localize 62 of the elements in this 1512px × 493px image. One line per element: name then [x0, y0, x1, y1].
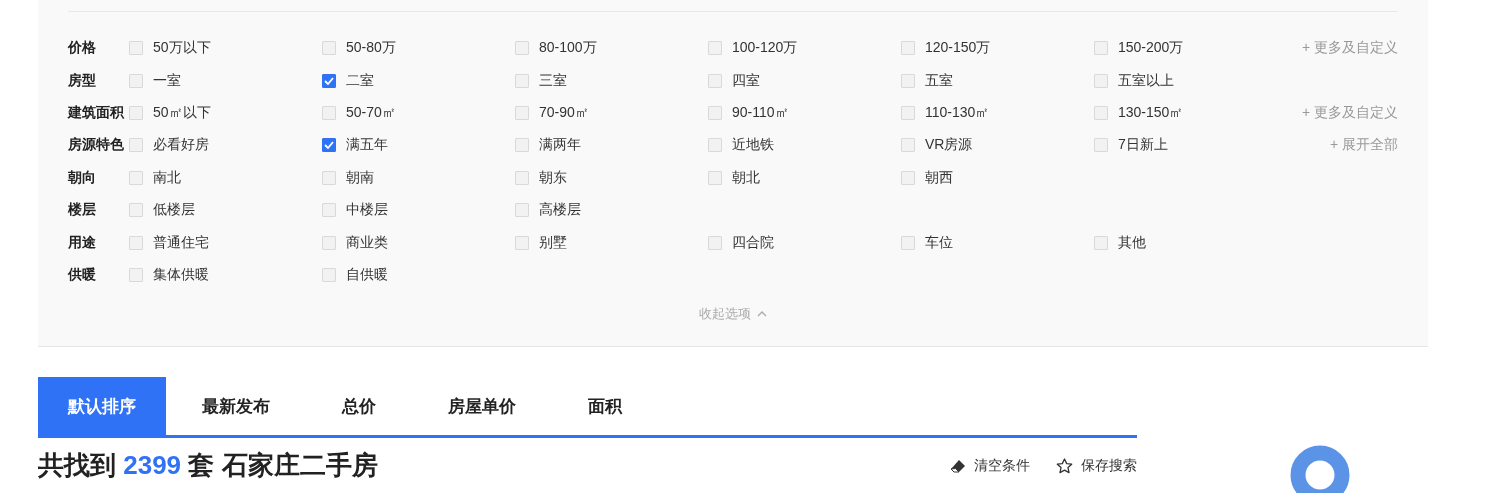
- filter-label: 朝向: [68, 168, 97, 187]
- option-label[interactable]: 朝西: [925, 168, 953, 187]
- sort-tab[interactable]: 房屋单价: [412, 377, 552, 435]
- filter-label: 建筑面积: [68, 103, 125, 122]
- option-label[interactable]: 7日新上: [1118, 136, 1168, 155]
- option-label[interactable]: 商业类: [346, 233, 388, 252]
- action-link[interactable]: 保存搜索: [1081, 456, 1137, 475]
- option-label[interactable]: 中楼层: [346, 201, 388, 220]
- option-label[interactable]: 一室: [153, 71, 181, 90]
- result-count-heading: 共找到 2399 套 石家庄二手房: [38, 449, 378, 482]
- filter-label: 房源特色: [68, 136, 125, 155]
- option-label[interactable]: 110-130㎡: [925, 103, 990, 122]
- action-link[interactable]: 清空条件: [974, 456, 1030, 475]
- sort-tab[interactable]: 最新发布: [166, 377, 306, 435]
- option-label[interactable]: 别墅: [539, 233, 567, 252]
- option-label[interactable]: 五室: [925, 71, 953, 90]
- eraser-icon: [950, 458, 966, 473]
- option-label[interactable]: 50㎡以下: [153, 103, 211, 122]
- option-label[interactable]: 三室: [539, 71, 567, 90]
- option-label[interactable]: 普通住宅: [153, 233, 209, 252]
- option-label[interactable]: 100-120万: [732, 39, 798, 58]
- option-label[interactable]: 四室: [732, 71, 760, 90]
- chevron-up-icon: [757, 311, 767, 318]
- filter-label: 价格: [68, 39, 97, 58]
- option-label[interactable]: 朝东: [539, 168, 567, 187]
- option-label[interactable]: 50-70㎡: [346, 103, 396, 122]
- filter-label: 房型: [68, 71, 97, 90]
- option-label[interactable]: VR房源: [925, 136, 973, 155]
- option-label[interactable]: 集体供暖: [153, 265, 209, 284]
- option-label[interactable]: 满五年: [346, 136, 388, 155]
- option-label[interactable]: 朝北: [732, 168, 760, 187]
- star-icon: [1056, 457, 1073, 474]
- option-label[interactable]: 70-90㎡: [539, 103, 589, 122]
- option-label[interactable]: 二室: [346, 71, 374, 90]
- option-label[interactable]: 高楼层: [539, 201, 581, 220]
- sort-tab[interactable]: 总价: [306, 377, 412, 435]
- option-label[interactable]: 自供暖: [346, 265, 388, 284]
- checkbox[interactable]: [322, 138, 336, 153]
- option-label[interactable]: 80-100万: [539, 39, 597, 58]
- option-label[interactable]: 低楼层: [153, 201, 195, 220]
- checkbox[interactable]: [322, 73, 336, 88]
- option-label[interactable]: 50万以下: [153, 39, 211, 58]
- option-label[interactable]: 五室以上: [1118, 71, 1174, 90]
- option-label[interactable]: 其他: [1118, 233, 1146, 252]
- option-label[interactable]: 120-150万: [925, 39, 991, 58]
- filter-label: 楼层: [68, 201, 97, 220]
- option-label[interactable]: 车位: [925, 233, 953, 252]
- option-label[interactable]: 50-80万: [346, 39, 396, 58]
- filter-label: 供暖: [68, 265, 97, 284]
- option-label[interactable]: 南北: [153, 168, 181, 187]
- sort-tab[interactable]: 默认排序: [38, 377, 166, 435]
- ring-icon[interactable]: [1290, 445, 1350, 493]
- option-label[interactable]: 朝南: [346, 168, 374, 187]
- sort-tab[interactable]: 面积: [552, 377, 658, 435]
- option-label[interactable]: 90-110㎡: [732, 103, 789, 122]
- option-label[interactable]: 近地铁: [732, 136, 774, 155]
- option-label[interactable]: 130-150㎡: [1118, 103, 1184, 122]
- filter-label: 用途: [68, 233, 97, 252]
- option-label[interactable]: 150-200万: [1118, 39, 1184, 58]
- option-label[interactable]: 四合院: [732, 233, 774, 252]
- option-label[interactable]: 必看好房: [153, 136, 209, 155]
- option-label[interactable]: 满两年: [539, 136, 581, 155]
